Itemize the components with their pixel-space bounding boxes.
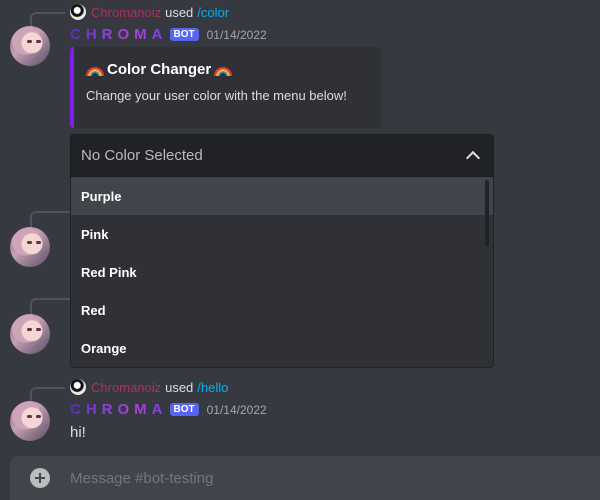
- message-header: CHROMA BOT 01/14/2022: [70, 26, 267, 43]
- select-option-red-pink[interactable]: Red Pink: [71, 253, 493, 291]
- reply-username[interactable]: Chromanoiz: [91, 5, 161, 20]
- select-menu-list[interactable]: Purple Pink Red Pink Red Orange: [70, 177, 494, 368]
- color-select-dropdown[interactable]: No Color Selected: [70, 134, 494, 177]
- embed-title-text: Color Changer: [107, 61, 212, 78]
- message-timestamp: 01/14/2022: [206, 27, 267, 42]
- select-placeholder: No Color Selected: [81, 147, 203, 164]
- avatar[interactable]: [10, 401, 50, 441]
- reply-avatar-icon: [70, 4, 86, 20]
- avatar[interactable]: [10, 227, 50, 267]
- reply-connector: [30, 211, 70, 227]
- reply-connector: [30, 298, 70, 314]
- avatar[interactable]: [10, 26, 50, 66]
- avatar[interactable]: [10, 314, 50, 354]
- embed-title: Color Changer: [86, 61, 369, 78]
- message-timestamp: 01/14/2022: [206, 402, 267, 417]
- select-option-pink[interactable]: Pink: [71, 215, 493, 253]
- select-option-orange[interactable]: Orange: [71, 329, 493, 367]
- message-content: hi!: [70, 424, 86, 441]
- reply-command[interactable]: /hello: [197, 380, 228, 395]
- author-name[interactable]: CHROMA: [70, 26, 168, 43]
- message-composer: [10, 456, 600, 500]
- embed-card: Color Changer Change your user color wit…: [70, 47, 381, 128]
- message-input[interactable]: [70, 469, 570, 487]
- embed-description: Change your user color with the menu bel…: [86, 88, 347, 103]
- reply-used-text: used: [165, 4, 194, 20]
- bot-badge: BOT: [169, 403, 199, 416]
- reply-reference[interactable]: Chromanoiz used /hello: [70, 379, 228, 395]
- reply-used-text: used: [165, 379, 194, 395]
- add-attachment-icon[interactable]: [30, 468, 50, 488]
- reply-connector: [30, 387, 65, 401]
- select-option-purple[interactable]: Purple: [71, 177, 493, 215]
- reply-connector: [30, 12, 65, 26]
- reply-avatar-icon: [70, 379, 86, 395]
- chevron-up-icon[interactable]: [465, 150, 481, 166]
- message-header: CHROMA BOT 01/14/2022: [70, 401, 267, 418]
- reply-reference[interactable]: Chromanoiz used /color: [70, 4, 229, 20]
- rainbow-icon: [86, 63, 104, 76]
- reply-command[interactable]: /color: [197, 5, 229, 20]
- menu-scrollbar[interactable]: [485, 180, 489, 246]
- rainbow-icon: [214, 63, 233, 76]
- bot-badge: BOT: [169, 28, 199, 41]
- reply-username[interactable]: Chromanoiz: [91, 380, 161, 395]
- author-name[interactable]: CHROMA: [70, 401, 168, 418]
- select-option-red[interactable]: Red: [71, 291, 493, 329]
